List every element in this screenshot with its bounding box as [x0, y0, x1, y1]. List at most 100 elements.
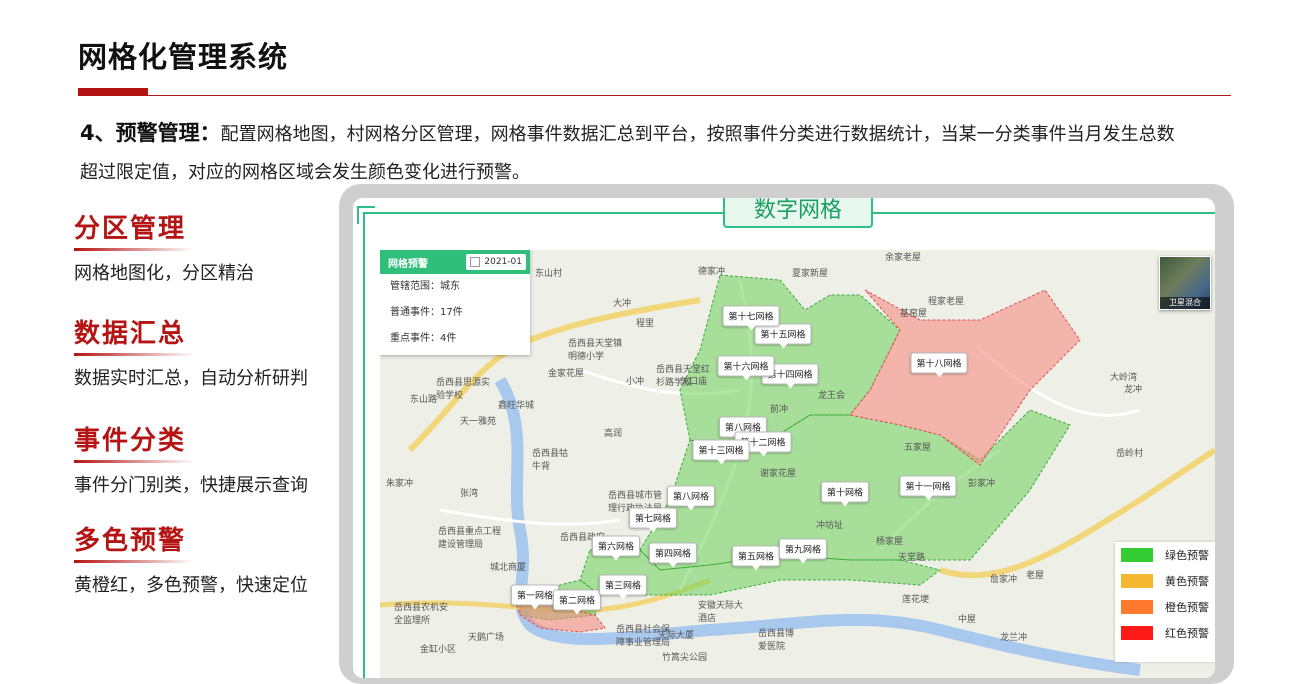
- intro-text: 配置网格地图，村网格分区管理，网格事件数据汇总到平台，按照事件分类进行数据统计，…: [80, 124, 1175, 183]
- map-place: 龙王会: [818, 391, 846, 401]
- map-place: 岳西县重点工程建设管理局: [438, 527, 502, 550]
- map-place: 金缸小区: [420, 645, 457, 655]
- grid-label[interactable]: 第二网格: [552, 589, 602, 615]
- title-rule-accent: [78, 88, 148, 96]
- map-place: 余家老屋: [885, 253, 922, 263]
- grid-map[interactable]: 德家冲 夏家新屋 余家老屋 东山村 大冲 程家老屋 岳西县天堂镇明德小学 程里 …: [380, 250, 1215, 678]
- legend-label: 绿色预警: [1165, 549, 1209, 562]
- grid-label[interactable]: 第八网格: [666, 485, 716, 511]
- date-picker[interactable]: 2021-01: [466, 254, 526, 270]
- screen-corner: [357, 206, 375, 224]
- grid-label[interactable]: 第十七网格: [722, 305, 780, 331]
- legend-swatch: [1121, 574, 1153, 588]
- map-place: 基窑屋: [900, 309, 928, 319]
- title-rule: [78, 95, 1231, 96]
- map-place: 五家屋: [904, 443, 932, 453]
- map-place: 天堂路: [898, 553, 926, 563]
- feature-desc: 网格地图化，分区精治: [74, 263, 254, 284]
- calendar-icon: [470, 257, 481, 267]
- map-place: 鑫旺华城: [498, 401, 535, 411]
- panel-title: 网格预警: [388, 258, 428, 270]
- page-title: 网格化管理系统: [78, 40, 289, 74]
- panel-header: 网格预警 2021-01: [380, 250, 530, 274]
- date-value: 2021-01: [484, 257, 522, 267]
- grid-label[interactable]: 第四网格: [648, 542, 698, 568]
- legend-item-orange: 橙色预警: [1115, 594, 1215, 620]
- map-place: 谢家花屋: [760, 469, 797, 479]
- legend-swatch: [1121, 548, 1153, 562]
- map-place: 安徽天际大酒店: [698, 601, 744, 624]
- feature-desc: 事件分门别类，快捷展示查询: [74, 475, 308, 496]
- map-place: 老屋: [1026, 571, 1045, 581]
- satellite-label: 卫星混合: [1160, 297, 1210, 309]
- intro-lead: 4、预警管理：: [80, 121, 221, 145]
- grid-label[interactable]: 第十一网格: [899, 475, 957, 501]
- grid-warning-panel: 网格预警 2021-01 管辖范围：城东 普通事件：17件 重点事件：4件: [380, 250, 530, 355]
- road-minor-3: [439, 508, 621, 526]
- feature-classify: 事件分类 事件分门别类，快捷展示查询: [74, 420, 344, 497]
- screen-banner: 数字网格: [723, 198, 873, 228]
- map-place: 程家老屋: [928, 297, 965, 307]
- map-place: 高润: [604, 429, 623, 439]
- grid-label[interactable]: 第一网格: [510, 584, 560, 610]
- map-place: 朱家冲: [386, 479, 414, 489]
- legend-item-yellow: 黄色预警: [1115, 568, 1215, 594]
- map-place: 岳西县博爱医院: [758, 629, 795, 652]
- intro-paragraph: 4、预警管理：配置网格地图，村网格分区管理，网格事件数据汇总到平台，按照事件分类…: [80, 114, 1180, 192]
- feature-title: 事件分类: [74, 420, 195, 463]
- map-place: 张湾: [460, 489, 479, 499]
- grid-label[interactable]: 第十八网格: [910, 352, 968, 378]
- map-place: 岳岭村: [1116, 449, 1144, 459]
- map-place: 关口庙: [680, 377, 708, 387]
- feature-warning: 多色预警 黄橙红，多色预警，快速定位: [74, 520, 344, 597]
- legend-swatch: [1121, 600, 1153, 614]
- map-place: 岳西县思源实验学校: [436, 378, 491, 401]
- map-place: 竹篙尖公园: [662, 653, 708, 663]
- map-place: 程里: [636, 319, 655, 329]
- legend-item-red: 红色预警: [1115, 620, 1215, 646]
- map-place: 德家冲: [698, 267, 726, 277]
- grid-label[interactable]: 第十网格: [820, 481, 870, 507]
- map-place: 詹家冲: [990, 575, 1018, 585]
- map-place: 龙兰冲: [1000, 633, 1028, 643]
- grid-label[interactable]: 第六网格: [591, 535, 641, 561]
- map-place: 杨家屋: [876, 537, 904, 547]
- grid-label[interactable]: 第十五网格: [754, 323, 812, 349]
- legend-item-green: 绿色预警: [1115, 542, 1215, 568]
- warning-legend: 绿色预警 黄色预警 橙色预警 红色预警: [1115, 542, 1215, 662]
- map-place: 中屋: [958, 615, 977, 625]
- map-place: 城北商厦: [490, 563, 527, 573]
- grid-label[interactable]: 第七网格: [628, 507, 678, 533]
- map-place: 岳西县农机安全监理所: [394, 603, 449, 626]
- grid-label[interactable]: 第五网格: [731, 545, 781, 571]
- map-place: 冲坊址: [816, 521, 844, 531]
- map-place: 龙冲: [1124, 385, 1143, 395]
- feature-title: 数据汇总: [74, 313, 195, 356]
- legend-label: 红色预警: [1165, 627, 1209, 640]
- map-place: 岳西县天堂镇明德小学: [568, 339, 623, 362]
- map-place: 莲花埂: [902, 595, 930, 605]
- grid-label[interactable]: 第三网格: [598, 574, 648, 600]
- map-place: 东山路: [410, 395, 438, 405]
- panel-normal-events: 普通事件：17件: [390, 307, 463, 318]
- grid-label[interactable]: 第十六网格: [717, 355, 775, 381]
- grid-label[interactable]: 第九网格: [778, 538, 828, 564]
- map-place: 天际大厦: [658, 631, 695, 641]
- map-place: 小冲: [626, 377, 645, 387]
- legend-swatch: [1121, 626, 1153, 640]
- map-place: 前冲: [770, 405, 789, 415]
- map-place: 岳西县牯牛背: [532, 449, 569, 472]
- map-place: 天鹅广场: [468, 633, 505, 643]
- map-place: 金家花屋: [548, 369, 585, 379]
- legend-label: 橙色预警: [1165, 601, 1209, 614]
- feature-title: 分区管理: [74, 208, 195, 251]
- grid-label[interactable]: 第十三网格: [692, 439, 750, 465]
- feature-title: 多色预警: [74, 520, 195, 563]
- feature-desc: 数据实时汇总，自动分析研判: [74, 368, 308, 389]
- legend-label: 黄色预警: [1165, 575, 1209, 588]
- satellite-toggle-button[interactable]: 卫星混合: [1159, 256, 1211, 310]
- map-place: 夏家新屋: [792, 269, 829, 279]
- panel-key-events: 重点事件：4件: [390, 333, 457, 344]
- panel-scope: 管辖范围：城东: [390, 281, 460, 292]
- map-place: 大冲: [613, 299, 632, 309]
